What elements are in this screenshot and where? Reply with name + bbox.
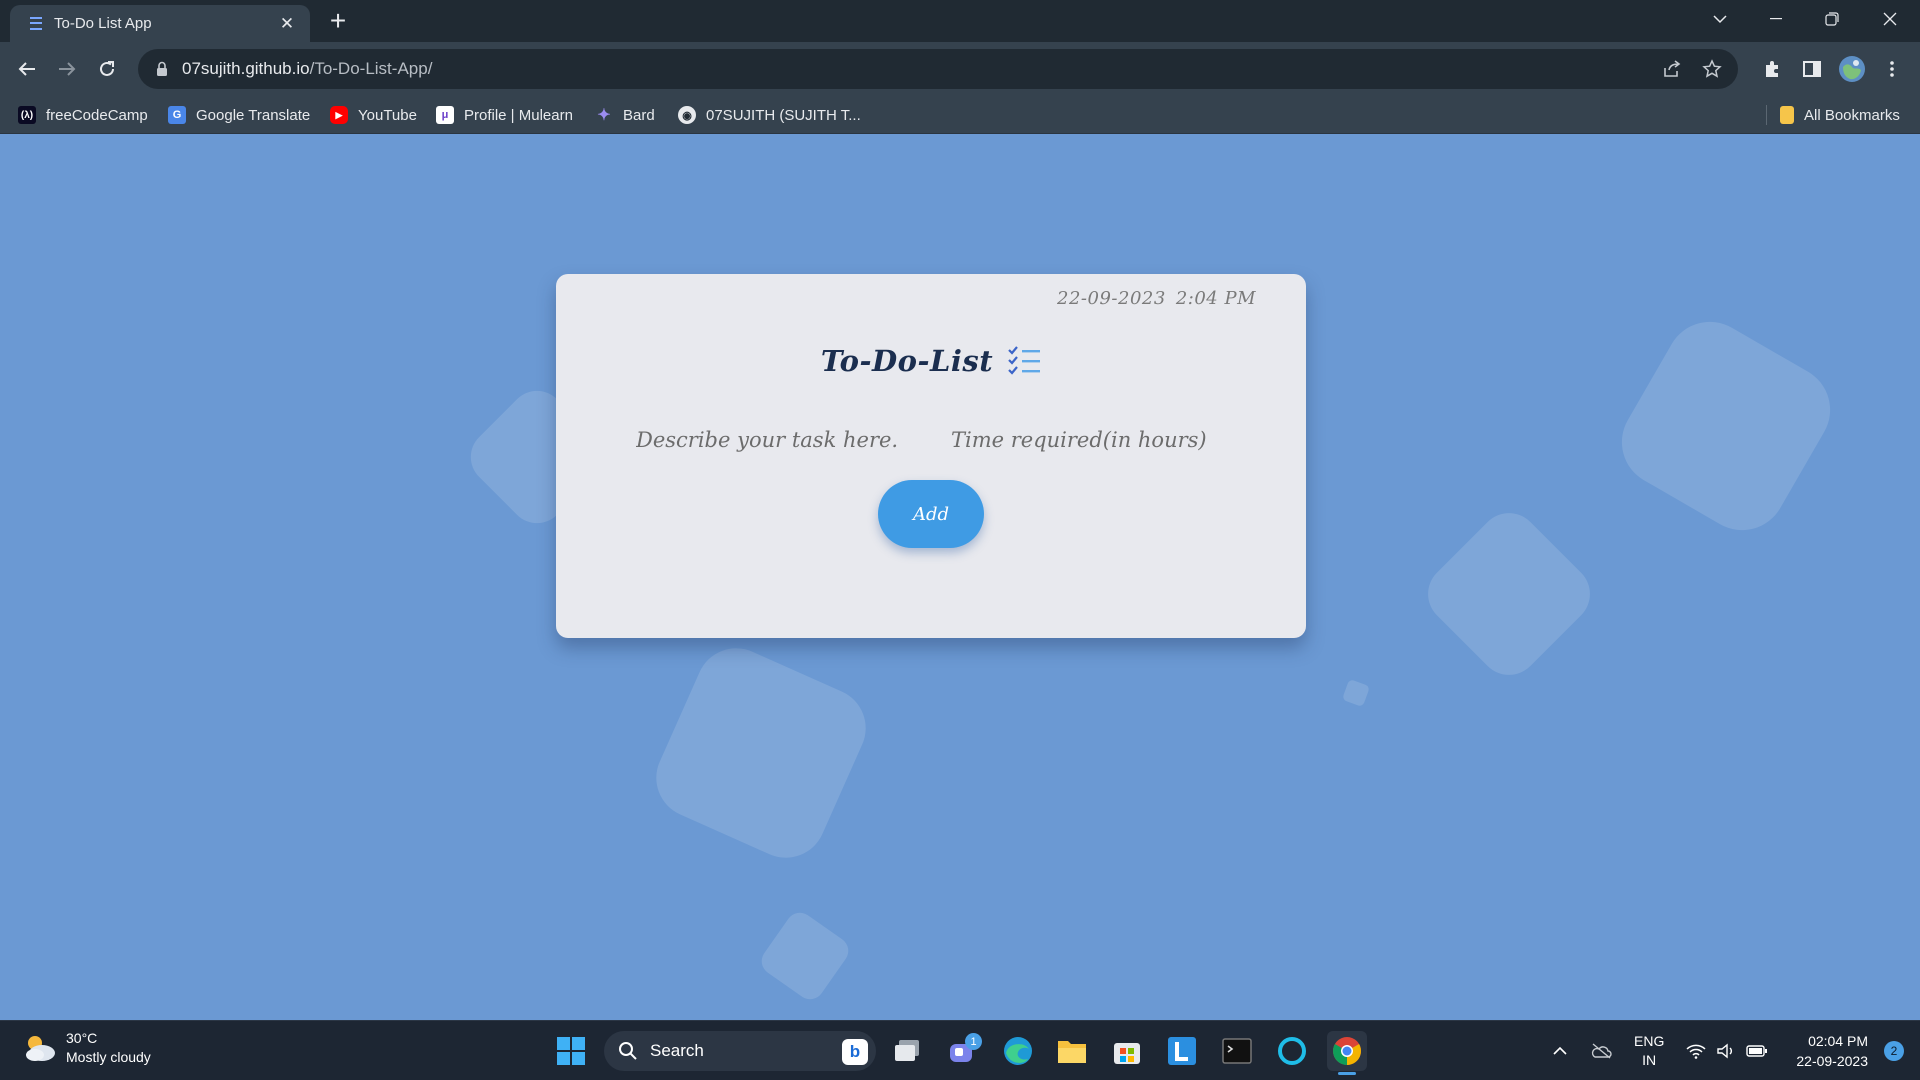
checklist-icon xyxy=(1007,345,1041,377)
lock-icon[interactable] xyxy=(152,59,172,79)
windows-taskbar: 30°C Mostly cloudy Search b 1 ENG IN 02:… xyxy=(0,1020,1920,1080)
weather-widget[interactable]: 30°C Mostly cloudy xyxy=(22,1029,151,1067)
tab-strip: To-Do List App ✕ + xyxy=(0,0,1920,42)
decorative-shape xyxy=(1605,305,1847,547)
search-label: Search xyxy=(650,1041,704,1060)
bookmark-freecodecamp[interactable]: (λ) freeCodeCamp xyxy=(18,96,148,134)
page-viewport: 22-09-2023 2:04 PM To-Do-List Add xyxy=(0,134,1920,1020)
weather-condition: Mostly cloudy xyxy=(66,1049,151,1065)
list-favicon-icon xyxy=(26,16,42,32)
add-task-button[interactable]: Add xyxy=(878,480,984,548)
bookmark-label: 07SUJITH (SUJITH T... xyxy=(706,106,861,124)
github-icon: ◉ xyxy=(678,106,696,124)
decorative-shape xyxy=(1415,500,1603,688)
battery-icon[interactable] xyxy=(1746,1021,1768,1080)
task-description-input[interactable] xyxy=(636,422,911,458)
extensions-icon[interactable] xyxy=(1756,53,1788,85)
decorative-shape xyxy=(756,907,854,1005)
profile-avatar[interactable] xyxy=(1836,53,1868,85)
tab-search-icon[interactable] xyxy=(1700,0,1740,38)
file-explorer-icon[interactable] xyxy=(1052,1031,1092,1071)
freecodecamp-icon: (λ) xyxy=(18,106,36,124)
current-time: 2:04 PM xyxy=(1175,288,1256,309)
language-label: ENG xyxy=(1634,1033,1665,1049)
active-app-indicator xyxy=(1338,1072,1356,1075)
back-icon[interactable] xyxy=(11,53,43,85)
tab-todo-list-app[interactable]: To-Do List App ✕ xyxy=(10,5,310,42)
bookmarks-divider xyxy=(1766,105,1767,125)
app-heading: To-Do-List xyxy=(556,344,1306,378)
bookmark-label: Profile | Mulearn xyxy=(464,106,573,124)
bookmark-label: Google Translate xyxy=(196,106,311,124)
google-translate-icon: G xyxy=(168,106,186,124)
mulearn-icon: μ xyxy=(436,106,454,124)
bing-icon[interactable]: b xyxy=(842,1039,868,1065)
lens-app-icon[interactable] xyxy=(1162,1031,1202,1071)
bookmark-label: freeCodeCamp xyxy=(46,106,148,124)
new-tab-button[interactable]: + xyxy=(322,6,354,38)
tab-title: To-Do List App xyxy=(54,15,152,32)
search-icon xyxy=(619,1042,637,1060)
url-domain: 07sujith.github.io xyxy=(182,59,310,78)
bard-icon: ✦ xyxy=(597,107,611,124)
terminal-icon[interactable] xyxy=(1217,1031,1257,1071)
onedrive-offline-icon[interactable] xyxy=(1590,1021,1612,1080)
todo-card: 22-09-2023 2:04 PM To-Do-List Add xyxy=(556,274,1306,638)
current-date: 22-09-2023 xyxy=(1057,288,1166,309)
clock-time: 02:04 PM xyxy=(1808,1033,1868,1049)
temperature: 30°C xyxy=(66,1030,98,1046)
time-required-input[interactable] xyxy=(951,422,1226,458)
restore-icon[interactable] xyxy=(1812,0,1852,38)
task-form xyxy=(556,422,1306,458)
bookmarks-bar: (λ) freeCodeCamp G Google Translate ▶ Yo… xyxy=(0,96,1920,134)
forward-icon[interactable] xyxy=(51,53,83,85)
bookmark-bard[interactable]: ✦ Bard xyxy=(595,96,655,134)
volume-icon[interactable] xyxy=(1716,1021,1736,1080)
bookmark-youtube[interactable]: ▶ YouTube xyxy=(330,96,417,134)
cloudy-weather-icon xyxy=(22,1033,58,1063)
minimize-icon[interactable] xyxy=(1756,0,1796,38)
decorative-shape xyxy=(1341,678,1371,708)
reload-icon[interactable] xyxy=(91,53,123,85)
close-window-icon[interactable] xyxy=(1870,0,1910,38)
browser-toolbar: 07sujith.github.io/To-Do-List-App/ xyxy=(0,42,1920,96)
tab-close-icon[interactable]: ✕ xyxy=(276,13,298,35)
youtube-icon: ▶ xyxy=(330,106,348,124)
side-panel-icon[interactable] xyxy=(1796,53,1828,85)
clock-date: 22-09-2023 xyxy=(1796,1053,1868,1069)
all-bookmarks-label: All Bookmarks xyxy=(1804,106,1900,124)
windows-start-icon[interactable] xyxy=(551,1031,591,1071)
bookmark-github[interactable]: ◉ 07SUJITH (SUJITH T... xyxy=(678,96,861,134)
region-label: IN xyxy=(1642,1052,1657,1068)
system-clock[interactable]: 02:04 PM 22-09-2023 xyxy=(1796,1031,1868,1071)
notification-badge[interactable]: 2 xyxy=(1884,1041,1904,1061)
alexa-icon[interactable] xyxy=(1272,1031,1312,1071)
bookmark-label: Bard xyxy=(623,106,655,124)
teams-chat-icon[interactable]: 1 xyxy=(943,1031,983,1071)
page-title: To-Do-List xyxy=(820,344,994,378)
wifi-icon[interactable] xyxy=(1686,1021,1706,1080)
taskbar-search[interactable]: Search b xyxy=(604,1031,876,1071)
language-indicator[interactable]: ENG IN xyxy=(1634,1021,1664,1080)
chrome-icon[interactable] xyxy=(1327,1031,1367,1075)
folder-icon xyxy=(1780,106,1794,124)
all-bookmarks-button[interactable]: All Bookmarks xyxy=(1780,96,1900,134)
bookmark-mulearn[interactable]: μ Profile | Mulearn xyxy=(436,96,573,134)
menu-kebab-icon[interactable] xyxy=(1876,53,1908,85)
address-bar[interactable]: 07sujith.github.io/To-Do-List-App/ xyxy=(138,49,1738,89)
url-path: /To-Do-List-App/ xyxy=(309,59,433,78)
date-time-display: 22-09-2023 2:04 PM xyxy=(1057,288,1256,309)
teams-badge: 1 xyxy=(965,1033,982,1050)
bookmark-label: YouTube xyxy=(358,106,417,124)
bookmark-google-translate[interactable]: G Google Translate xyxy=(168,96,310,134)
show-hidden-icons-chevron-icon[interactable] xyxy=(1552,1021,1568,1080)
task-view-icon[interactable] xyxy=(888,1031,928,1071)
bookmark-star-icon[interactable] xyxy=(1702,49,1722,89)
share-icon[interactable] xyxy=(1662,49,1682,89)
edge-icon[interactable] xyxy=(998,1031,1038,1071)
url-text: 07sujith.github.io/To-Do-List-App/ xyxy=(182,59,432,79)
decorative-shape xyxy=(643,635,879,871)
microsoft-store-icon[interactable] xyxy=(1107,1031,1147,1071)
